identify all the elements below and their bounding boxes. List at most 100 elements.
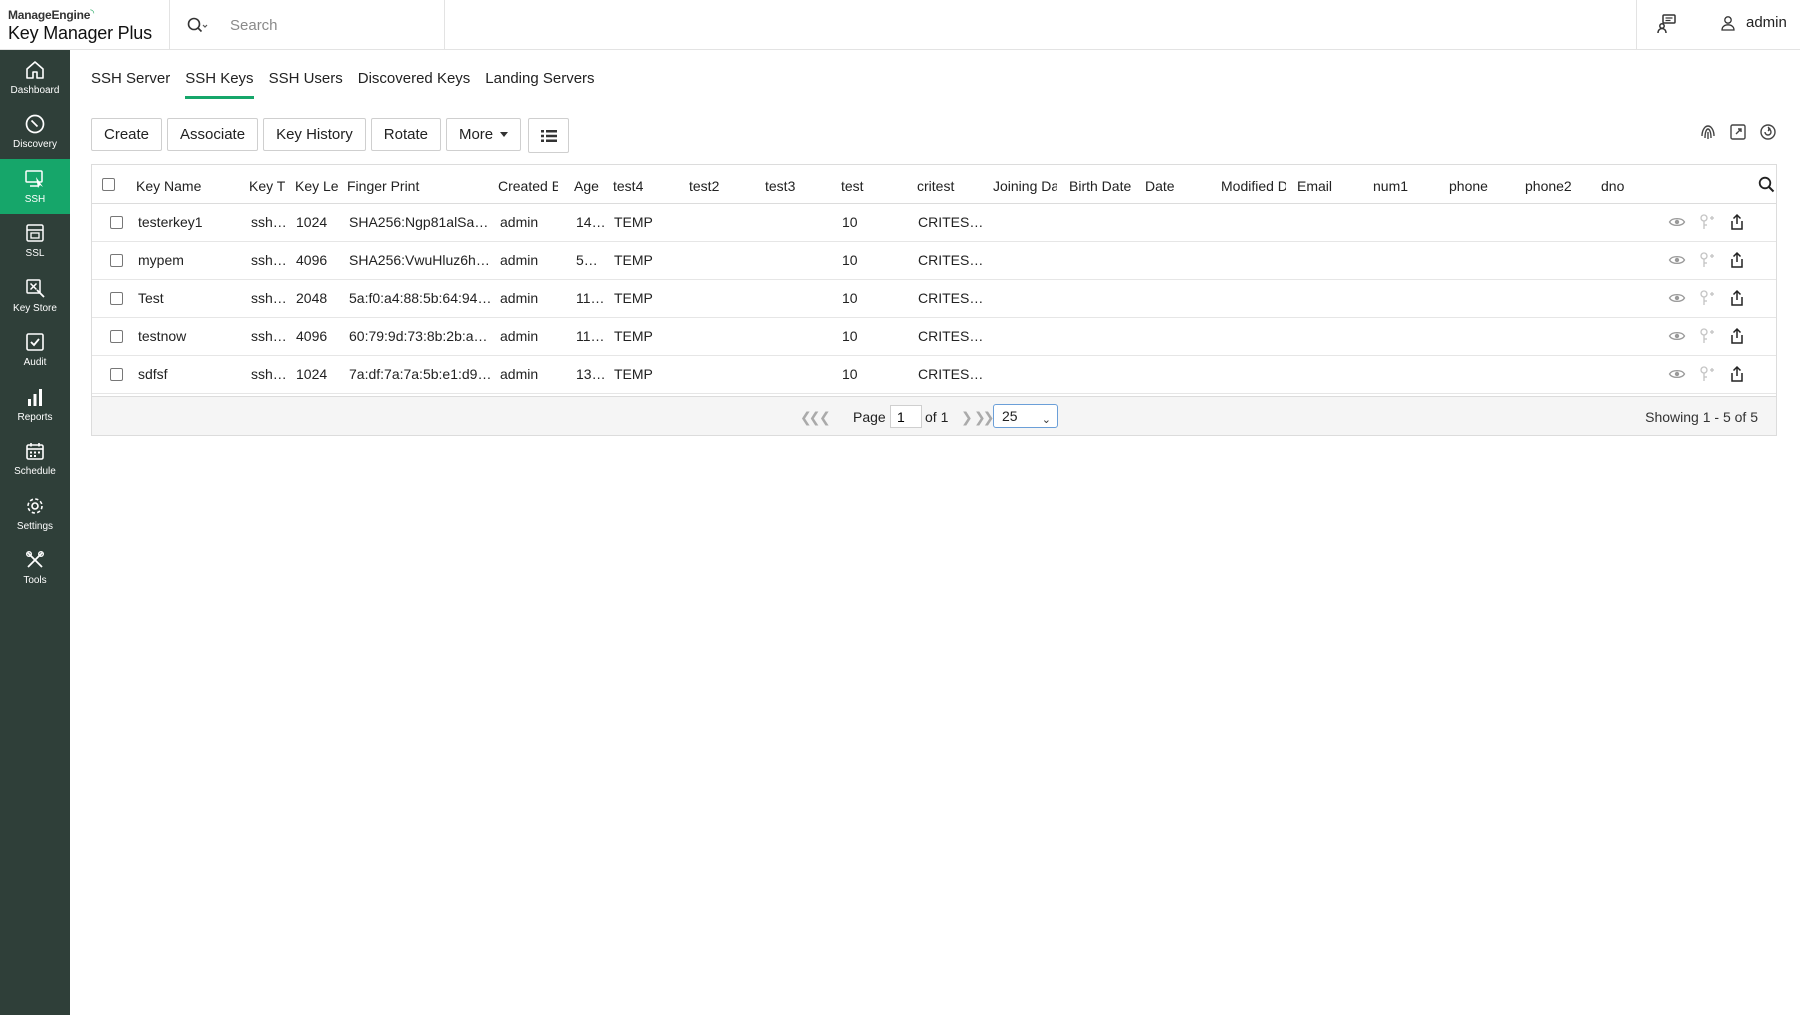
page-number-input[interactable] <box>890 405 922 428</box>
last-page-icon[interactable]: ❯❯ <box>974 409 995 426</box>
column-header[interactable]: Key Name <box>136 178 231 194</box>
key-name-cell[interactable]: Test <box>138 290 243 306</box>
sidebar-item-settings[interactable]: Settings <box>0 486 70 541</box>
table-row[interactable]: mypem ssh… 4096 SHA256:VwuHluz6h… admin … <box>92 242 1776 280</box>
sidebar-item-key-store[interactable]: Key Store <box>0 268 70 323</box>
test4-cell: TEMP <box>614 214 653 230</box>
table-tool-icons <box>1698 122 1778 142</box>
critest-cell: CRITES… <box>918 252 984 268</box>
column-header[interactable]: critest <box>917 178 977 194</box>
rotate-button[interactable]: Rotate <box>370 118 441 151</box>
test4-cell: TEMP <box>614 252 653 268</box>
table-row[interactable]: Test ssh… 2048 5a:f0:a4:88:5b:64:94… adm… <box>92 280 1776 318</box>
column-header[interactable]: Key T <box>249 178 285 194</box>
column-header[interactable]: test2 <box>689 178 749 194</box>
more-dropdown-button[interactable]: More <box>445 118 522 151</box>
column-header[interactable]: test4 <box>613 178 673 194</box>
export-icon[interactable] <box>1728 289 1746 307</box>
row-checkbox[interactable] <box>110 368 123 381</box>
created-by-cell: admin <box>500 252 539 268</box>
tab-ssh-keys[interactable]: SSH Keys <box>185 70 254 99</box>
row-checkbox[interactable] <box>110 216 123 229</box>
fingerprint-icon[interactable] <box>1698 122 1718 142</box>
associate-key-icon[interactable] <box>1698 251 1716 269</box>
column-header[interactable]: test <box>841 178 901 194</box>
tab-ssh-server[interactable]: SSH Server <box>91 70 170 99</box>
sidebar-item-dashboard[interactable]: Dashboard <box>0 50 70 105</box>
tab-ssh-users[interactable]: SSH Users <box>269 70 343 99</box>
associate-key-icon[interactable] <box>1698 289 1716 307</box>
tools-icon <box>26 551 44 568</box>
key-name-cell[interactable]: testnow <box>138 328 243 344</box>
table-row[interactable]: testerkey1 ssh… 1024 SHA256:Ngp81alSay… … <box>92 204 1776 242</box>
export-icon[interactable] <box>1728 365 1746 383</box>
more-label: More <box>458 126 494 143</box>
row-checkbox[interactable] <box>110 254 123 267</box>
table-row[interactable]: testnow ssh… 4096 60:79:9d:73:8b:2b:a… a… <box>92 318 1776 356</box>
refresh-icon[interactable] <box>1758 122 1778 142</box>
search-input[interactable] <box>230 13 430 37</box>
announcement-icon[interactable] <box>1655 12 1679 36</box>
sidebar-item-label: Dashboard <box>10 84 60 96</box>
export-icon[interactable] <box>1728 251 1746 269</box>
brand-logo[interactable]: ManageEngine◝ Key Manager Plus <box>0 0 170 50</box>
column-header[interactable]: Date <box>1145 178 1205 194</box>
first-page-icon[interactable]: ❮❮ <box>800 409 821 426</box>
associate-key-icon[interactable] <box>1698 365 1716 383</box>
sidebar-item-reports[interactable]: Reports <box>0 377 70 432</box>
user-menu[interactable]: admin <box>1720 14 1787 31</box>
associate-button[interactable]: Associate <box>167 118 259 151</box>
row-checkbox[interactable] <box>110 330 123 343</box>
search-icon[interactable] <box>186 15 208 35</box>
key-history-button[interactable]: Key History <box>263 118 366 151</box>
associate-key-icon[interactable] <box>1698 327 1716 345</box>
sidebar-item-discovery[interactable]: Discovery <box>0 105 70 160</box>
test4-cell: TEMP <box>614 290 653 306</box>
prev-page-icon[interactable]: ❮ <box>819 409 831 426</box>
select-all-checkbox[interactable] <box>102 178 115 191</box>
page-size-select[interactable]: 25 ⌄ <box>993 404 1058 428</box>
fingerprint-cell: SHA256:VwuHluz6h… <box>349 252 490 268</box>
table-row[interactable]: sdfsf ssh… 1024 7a:df:7a:7a:5b:e1:d9… ad… <box>92 356 1776 394</box>
export-icon[interactable] <box>1728 327 1746 345</box>
column-header[interactable]: test3 <box>765 178 825 194</box>
tab-landing-servers[interactable]: Landing Servers <box>485 70 594 99</box>
sidebar-item-ssh[interactable]: SSH <box>0 159 70 214</box>
tab-discovered-keys[interactable]: Discovered Keys <box>358 70 471 99</box>
column-header[interactable]: Email <box>1297 178 1357 194</box>
view-icon[interactable] <box>1668 327 1686 345</box>
column-header[interactable]: Created By <box>498 178 558 194</box>
view-icon[interactable] <box>1668 365 1686 383</box>
view-icon[interactable] <box>1668 213 1686 231</box>
column-chooser-button[interactable] <box>528 118 570 153</box>
page-of-label: of 1 <box>925 409 949 425</box>
column-header[interactable]: phone2 <box>1525 178 1585 194</box>
column-header[interactable]: Age <box>574 178 604 194</box>
action-toolbar: Create Associate Key History Rotate More <box>91 118 570 153</box>
column-header[interactable]: Birth Date <box>1069 178 1139 194</box>
sidebar-item-tools[interactable]: Tools <box>0 541 70 596</box>
row-checkbox[interactable] <box>110 292 123 305</box>
next-page-icon[interactable]: ❯ <box>961 409 973 426</box>
column-header[interactable]: num1 <box>1373 178 1433 194</box>
key-name-cell[interactable]: mypem <box>138 252 243 268</box>
sidebar-item-schedule[interactable]: Schedule <box>0 432 70 487</box>
open-external-icon[interactable] <box>1728 122 1748 142</box>
sidebar-item-ssl[interactable]: SSL <box>0 214 70 269</box>
critest-cell: CRITES… <box>918 366 984 382</box>
table-search-icon[interactable] <box>1758 176 1775 193</box>
sidebar-item-audit[interactable]: Audit <box>0 323 70 378</box>
column-header[interactable]: Modified D <box>1221 178 1286 194</box>
column-header[interactable]: Key Le <box>295 178 339 194</box>
column-header[interactable]: dno <box>1601 178 1661 194</box>
column-header[interactable]: Finger Print <box>347 178 487 194</box>
key-name-cell[interactable]: sdfsf <box>138 366 243 382</box>
view-icon[interactable] <box>1668 289 1686 307</box>
create-button[interactable]: Create <box>91 118 163 151</box>
export-icon[interactable] <box>1728 213 1746 231</box>
column-header[interactable]: phone <box>1449 178 1509 194</box>
view-icon[interactable] <box>1668 251 1686 269</box>
key-name-cell[interactable]: testerkey1 <box>138 214 243 230</box>
column-header[interactable]: Joining Da <box>993 178 1057 194</box>
associate-key-icon[interactable] <box>1698 213 1716 231</box>
